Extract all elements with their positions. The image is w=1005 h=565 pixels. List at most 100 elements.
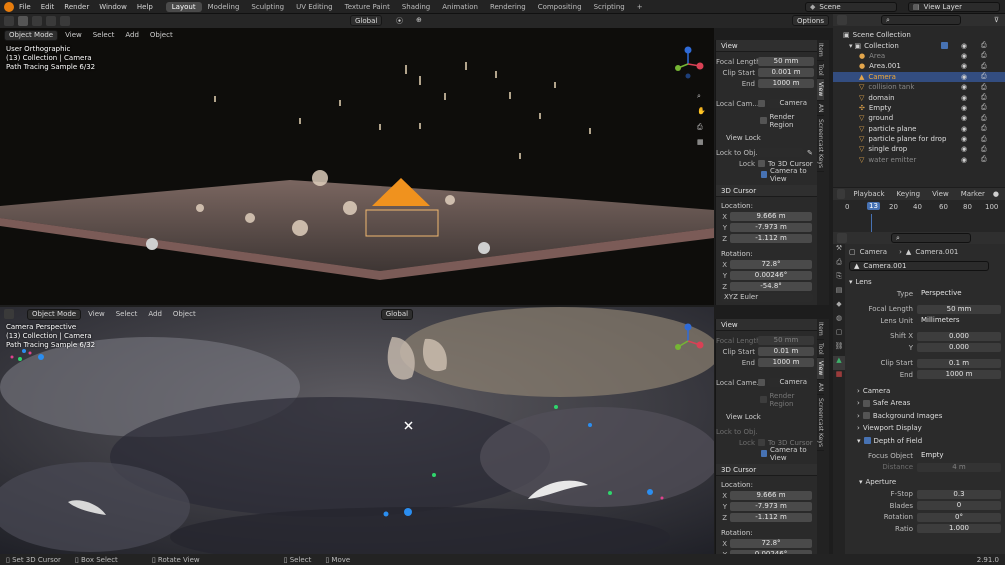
view-panel-header[interactable]: View [716, 40, 817, 52]
tab-texture-icon[interactable]: ▦ [833, 370, 845, 384]
tab-constraints-icon[interactable]: ⛓ [833, 342, 845, 356]
cursor-y-field[interactable]: -7.973 m [730, 223, 812, 232]
camera-render-icon[interactable]: ⎙ [981, 103, 987, 112]
ortho-toggle-icon[interactable]: ▦ [697, 138, 704, 146]
snap-icon[interactable]: ⊕ [416, 16, 422, 24]
outliner-item-camera[interactable]: ▲ Camera ◉ ⎙ [833, 71, 1005, 82]
rotation-field[interactable]: 0° [917, 512, 1001, 522]
safe-areas-panel-header[interactable]: › Safe Areas [849, 397, 1001, 410]
menu-view[interactable]: View [928, 190, 953, 198]
clip-end-field[interactable]: 1000 m [758, 358, 814, 367]
camera-render-icon[interactable]: ⎙ [981, 93, 987, 102]
menu-keying[interactable]: Keying [893, 190, 925, 198]
camera-render-icon[interactable]: ⎙ [981, 135, 987, 144]
tab-screencast-keys[interactable]: Screencast Keys [817, 395, 824, 452]
filter-icon[interactable]: ⊽ [994, 16, 999, 24]
expand-icon[interactable]: ▾ [849, 42, 853, 50]
orientation-dropdown[interactable]: Global [350, 15, 383, 26]
viewport-display-panel-header[interactable]: › Viewport Display [849, 422, 1001, 435]
render-region-checkbox[interactable] [760, 117, 767, 124]
menu-marker[interactable]: Marker [957, 190, 989, 198]
tab-item[interactable]: Item [817, 40, 824, 61]
viewport-top[interactable]: Object Mode View Select Add Object User … [0, 28, 714, 305]
navigation-gizmo[interactable] [672, 46, 704, 80]
visibility-eye-icon[interactable]: ◉ [961, 83, 967, 91]
camera-view-icon[interactable]: ⎙ [697, 123, 703, 132]
focus-object-field[interactable]: Empty [917, 451, 1001, 461]
camera-render-icon[interactable]: ⎙ [981, 145, 987, 154]
focal-length-field[interactable]: 50 mm [758, 336, 814, 345]
add-workspace-icon[interactable]: + [631, 2, 649, 12]
record-icon[interactable]: ● [993, 190, 999, 198]
menu-add[interactable]: Add [121, 31, 143, 39]
local-camera-checkbox[interactable] [758, 379, 765, 386]
properties-search-input[interactable]: ⌕ [891, 233, 971, 243]
background-images-checkbox[interactable] [862, 412, 870, 420]
visibility-eye-icon[interactable]: ◉ [961, 156, 967, 164]
tab-tool[interactable]: Tool [817, 340, 824, 359]
local-camera-field[interactable]: Camera [768, 378, 810, 387]
cursor-ry-field[interactable]: 0.00246° [730, 271, 812, 280]
cursor-x-field[interactable]: 9.666 m [730, 491, 812, 500]
type-dropdown[interactable]: Perspective [917, 289, 1001, 299]
menu-select[interactable]: Select [112, 310, 142, 318]
tab-object-icon[interactable]: ▢ [833, 328, 845, 342]
visibility-eye-icon[interactable]: ◉ [961, 52, 967, 60]
tab-an[interactable]: AN [817, 101, 824, 117]
tool-icon[interactable] [4, 16, 14, 26]
menu-help[interactable]: Help [132, 3, 158, 11]
camera-render-icon[interactable]: ⎙ [981, 51, 987, 60]
tab-layout[interactable]: Layout [165, 1, 202, 12]
cursor-y-field[interactable]: -7.973 m [730, 502, 812, 511]
camera-render-icon[interactable]: ⎙ [981, 41, 987, 50]
outliner-item-empty[interactable]: ✣ Empty ◉ ⎙ [833, 103, 1005, 113]
viewport-bottom[interactable]: Object Mode View Select Add Object Globa… [0, 307, 714, 554]
zoom-icon[interactable]: ⌕ [697, 92, 701, 101]
visibility-eye-icon[interactable]: ◉ [961, 42, 967, 50]
lens-unit-dropdown[interactable]: Millimeters [917, 316, 1001, 326]
outliner-item-area[interactable]: ● Area ◉ ⎙ [833, 51, 1005, 61]
focal-length-field[interactable]: 50 mm [917, 304, 1001, 314]
collection-enable-checkbox[interactable] [941, 42, 948, 50]
tab-output-icon[interactable]: ⎘ [833, 272, 845, 286]
camera-render-icon[interactable]: ⎙ [981, 72, 987, 81]
tab-scene-icon[interactable]: ◆ [833, 300, 845, 314]
clip-start-field[interactable]: 0.1 m [917, 358, 1001, 368]
menu-file[interactable]: File [14, 3, 36, 11]
tab-item[interactable]: Item [817, 319, 824, 340]
tab-screencast-keys[interactable]: Screencast Keys [817, 116, 824, 173]
clip-start-field[interactable]: 0.001 m [758, 68, 814, 77]
camera-panel-header[interactable]: › Camera [849, 385, 1001, 398]
safe-areas-checkbox[interactable] [862, 399, 870, 407]
lock-object-field[interactable] [758, 427, 804, 436]
menu-view[interactable]: View [84, 310, 109, 318]
properties-editor-icon[interactable] [837, 233, 847, 243]
focal-length-field[interactable]: 50 mm [758, 57, 814, 66]
select-cursor-icon[interactable] [18, 16, 28, 26]
visibility-eye-icon[interactable]: ◉ [961, 62, 967, 70]
cursor-panel-header[interactable]: 3D Cursor [716, 464, 817, 476]
menu-window[interactable]: Window [94, 3, 132, 11]
outliner-item-particle-plane-for-drop[interactable]: ▽ particle plane for drop ◉ ⎙ [833, 134, 1005, 144]
tab-view[interactable]: View [817, 358, 824, 380]
outliner-item-domain[interactable]: ▽ domain ◉ ⎙ [833, 92, 1005, 102]
local-camera-field[interactable]: Camera [768, 99, 810, 108]
tab-texture-paint[interactable]: Texture Paint [339, 2, 396, 12]
navigation-gizmo[interactable] [672, 323, 704, 357]
outliner-item-ground[interactable]: ▽ ground ◉ ⎙ [833, 113, 1005, 123]
render-region-checkbox[interactable] [760, 396, 767, 403]
tab-modeling[interactable]: Modeling [202, 2, 246, 12]
visibility-eye-icon[interactable]: ◉ [961, 145, 967, 153]
tab-camera-data-icon[interactable]: ▲ [833, 356, 845, 370]
pivot-icon[interactable]: ⦿ [396, 16, 403, 26]
camera-render-icon[interactable]: ⎙ [981, 83, 987, 92]
options-dropdown[interactable]: Options [792, 15, 830, 26]
mode-dropdown[interactable]: Object Mode [27, 308, 82, 320]
shift-x-field[interactable]: 0.000 [917, 331, 1001, 341]
cursor-rz-field[interactable]: -54.8° [730, 282, 812, 291]
shift-y-field[interactable]: 0.000 [917, 343, 1001, 353]
cursor-z-field[interactable]: -1.112 m [730, 234, 812, 243]
outliner-item-area-001[interactable]: ● Area.001 ◉ ⎙ [833, 61, 1005, 71]
tab-shading[interactable]: Shading [396, 2, 436, 12]
outliner-item-water-emitter[interactable]: ▽ water emitter ◉ ⎙ [833, 155, 1005, 165]
